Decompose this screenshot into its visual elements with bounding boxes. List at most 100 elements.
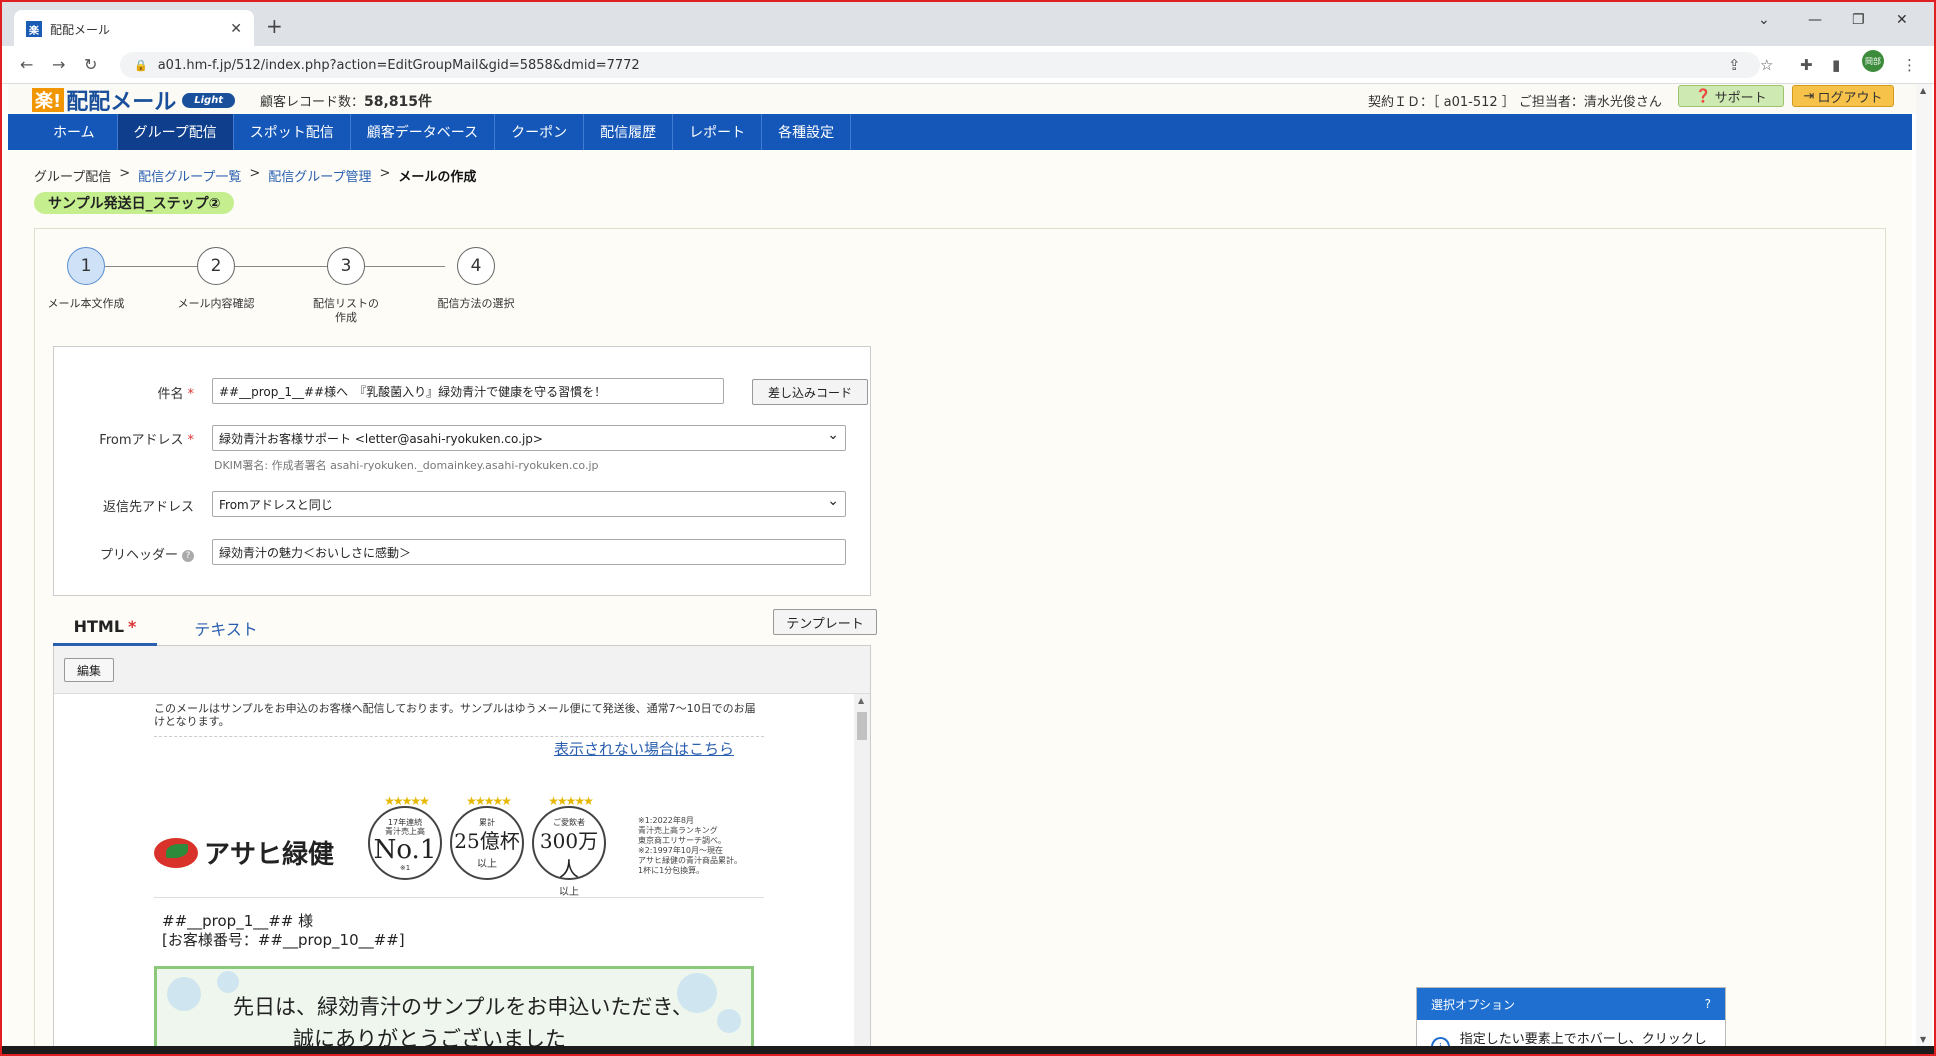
nav-coupon[interactable]: クーポン xyxy=(495,114,585,150)
logout-button[interactable]: ⇥ ログアウト xyxy=(1792,85,1894,107)
bubble-decoration xyxy=(167,977,201,1011)
scroll-down-icon[interactable]: ▼ xyxy=(1920,1035,1926,1044)
new-tab-icon[interactable]: + xyxy=(266,14,283,38)
subject-label-text: 件名 xyxy=(157,387,184,402)
badge-footnotes: ※1:2022年8月 青汁売上高ランキング 東京商工リサーチ調べ。 ※2:199… xyxy=(638,816,742,875)
required-mark: * xyxy=(128,617,137,636)
insert-code-button[interactable]: 差し込みコード xyxy=(752,379,868,405)
app-header: 楽! 配配メール Light 顧客レコード数：58,815件 契約ＩＤ：［ a0… xyxy=(8,84,1928,116)
badge-cups-unit: 以上 xyxy=(477,859,497,870)
mail-divider xyxy=(154,897,764,898)
reply-label: 返信先アドレス xyxy=(102,500,194,515)
edition-badge: Light xyxy=(182,92,236,108)
crumb-group-list[interactable]: 配信グループ一覧 xyxy=(138,166,241,185)
support-button[interactable]: ❓ サポート xyxy=(1678,85,1784,107)
badge-cups: 累計 25億杯 以上 xyxy=(450,806,524,880)
app-logo[interactable]: 楽! 配配メール Light xyxy=(32,84,236,116)
from-label-text: Fromアドレス xyxy=(99,433,184,448)
nav-settings[interactable]: 各種設定 xyxy=(762,114,852,150)
crumb-root: グループ配信 xyxy=(34,170,112,185)
global-nav: ホーム グループ配信 スポット配信 顧客データベース クーポン 配信履歴 レポー… xyxy=(8,114,1912,150)
nav-history[interactable]: 配信履歴 xyxy=(584,114,674,150)
subject-input[interactable]: ##__prop_1__##様へ 『乳酸菌入り』緑効青汁で健康を守る習慣を！ xyxy=(212,378,724,404)
close-tab-icon[interactable]: ✕ xyxy=(230,21,242,37)
mail-preview[interactable]: このメールはサンプルをお申込のお客様へ配信しております。サンプルはゆうメール便に… xyxy=(54,694,854,1056)
url-field[interactable]: 🔒 a01.hm-f.jp/512/index.php?action=EditG… xyxy=(120,52,1760,78)
profile-avatar[interactable]: 岡部 xyxy=(1862,50,1884,72)
required-mark: * xyxy=(187,433,195,448)
preheader-input[interactable]: 緑効青汁の魅力＜おいしさに感動＞ xyxy=(212,539,846,565)
step-4: 4 xyxy=(457,247,495,285)
logout-label: ログアウト xyxy=(1817,90,1883,106)
editor-tabs: HTML * テキスト xyxy=(53,610,871,646)
step-2: 2 xyxy=(197,247,235,285)
badge-no1-note: ※1 xyxy=(399,864,411,872)
tab-text[interactable]: テキスト xyxy=(171,610,281,646)
logo-raku: 楽! xyxy=(32,88,65,112)
preheader-label: プリヘッダー? xyxy=(100,544,194,563)
menu-kebab-icon[interactable]: ⋮ xyxy=(1902,56,1917,74)
preview-scrollbar[interactable]: ▲ xyxy=(854,694,870,1056)
nav-report[interactable]: レポート xyxy=(673,114,763,150)
html-editor: 編集 このメールはサンプルをお申込のお客様へ配信しております。サンプルはゆうメー… xyxy=(53,646,871,1056)
view-online-link[interactable]: 表示されない場合はこちら xyxy=(554,738,734,759)
record-label: 顧客レコード数： xyxy=(260,95,365,110)
share-icon[interactable]: ⇪ xyxy=(1728,56,1741,74)
reload-icon[interactable]: ↻ xyxy=(84,55,97,74)
bookmark-star-icon[interactable]: ☆ xyxy=(1760,56,1773,74)
crumb-sep: > xyxy=(379,166,391,181)
required-mark: * xyxy=(187,387,195,402)
step-1: 1 xyxy=(67,247,105,285)
forward-icon[interactable]: → xyxy=(52,55,65,74)
step-3-label: 配信リストの 作成 xyxy=(313,297,379,324)
crumb-sep: > xyxy=(249,166,261,181)
help-icon[interactable]: ? xyxy=(182,549,194,562)
extensions-icon[interactable]: ✚ xyxy=(1800,56,1813,74)
step-3: 3 xyxy=(327,247,365,285)
scroll-thumb[interactable] xyxy=(857,712,867,740)
badge-users-unit: 以上 xyxy=(559,887,579,898)
record-count: 顧客レコード数：58,815件 xyxy=(260,91,432,111)
lock-icon: 🔒 xyxy=(134,58,148,72)
group-name-tag: サンプル発送日_ステップ② xyxy=(34,192,235,214)
nav-spot-delivery[interactable]: スポット配信 xyxy=(234,114,351,150)
edit-button[interactable]: 編集 xyxy=(64,658,114,682)
bubble-decoration xyxy=(717,1009,741,1033)
crumb-group-manage[interactable]: 配信グループ管理 xyxy=(268,166,371,185)
tab-html[interactable]: HTML * xyxy=(53,610,157,646)
sidepanel-icon[interactable]: ▮ xyxy=(1832,56,1840,74)
step-2-label: メール内容確認 xyxy=(177,297,255,310)
from-address-select[interactable]: 緑効青汁お客様サポート <letter@asahi-ryokuken.co.jp… xyxy=(212,425,846,451)
back-icon[interactable]: ← xyxy=(20,55,33,74)
window-close-icon[interactable]: ✕ xyxy=(1896,12,1908,28)
breadcrumb: グループ配信 > 配信グループ一覧 > 配信グループ管理 > メールの作成 xyxy=(34,166,476,185)
browser-tabbar: 楽 配配メール ✕ + ⌄ — ❐ ✕ xyxy=(0,0,1936,48)
hero-line-1: 先日は、緑効青汁のサンプルをお申込いただき、 xyxy=(233,995,693,1019)
badge-cups-caption: 累計 xyxy=(479,818,495,827)
reply-address-select[interactable]: Fromアドレスと同じ xyxy=(212,491,846,517)
nav-customer-db[interactable]: 顧客データベース xyxy=(351,114,496,150)
badge-no1-value: No.1 xyxy=(373,835,437,865)
nav-home[interactable]: ホーム xyxy=(8,114,118,150)
scroll-up-icon[interactable]: ▲ xyxy=(1920,86,1926,95)
bubble-decoration xyxy=(217,971,239,993)
nav-group-delivery[interactable]: グループ配信 xyxy=(117,114,234,150)
url-text: a01.hm-f.jp/512/index.php?action=EditGro… xyxy=(157,57,640,73)
page-scrollbar[interactable]: ▲ ▼ xyxy=(1916,84,1932,1046)
page-content: グループ配信 > 配信グループ一覧 > 配信グループ管理 > メールの作成 サン… xyxy=(8,150,1912,1056)
popup-header: 選択オプション ? xyxy=(1417,988,1725,1020)
tab-search-icon[interactable]: ⌄ xyxy=(1758,12,1770,28)
badge-users-caption: ご愛飲者 xyxy=(553,818,585,827)
preheader-label-text: プリヘッダー xyxy=(99,548,178,563)
restore-icon[interactable]: ❐ xyxy=(1852,12,1865,28)
minimize-icon[interactable]: — xyxy=(1808,12,1822,28)
popup-help-icon[interactable]: ? xyxy=(1705,997,1711,1011)
record-value: 58,815件 xyxy=(364,94,433,110)
recipient-block: ##__prop_1__## 様 [お客様番号：##__prop_10__##] xyxy=(162,912,405,950)
step-1-label: メール本文作成 xyxy=(47,297,125,310)
browser-tab[interactable]: 楽 配配メール ✕ xyxy=(14,10,254,48)
popup-title: 選択オプション xyxy=(1431,997,1516,1012)
scroll-up-icon[interactable]: ▲ xyxy=(858,696,864,705)
brand-logo: アサヒ緑健 xyxy=(154,834,334,871)
template-button[interactable]: テンプレート xyxy=(773,609,877,635)
